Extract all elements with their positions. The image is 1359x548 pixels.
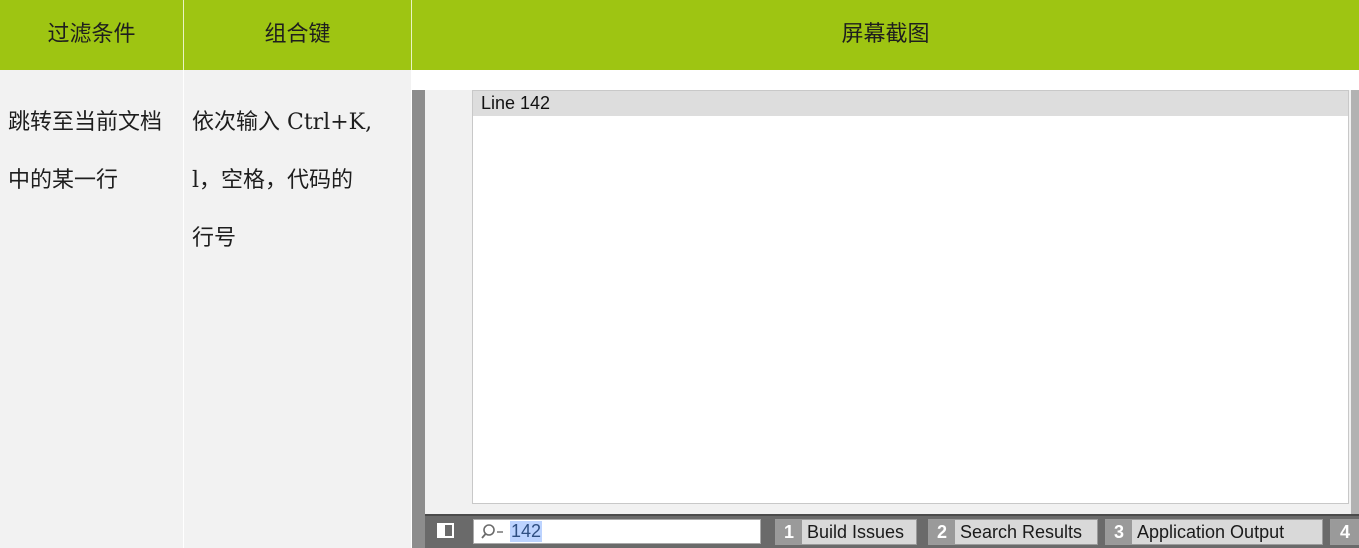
locator-results-panel: Line 142 [472,90,1349,504]
application-output-tab[interactable]: 3 Application Output [1105,519,1323,545]
shortcut-table: 过滤条件 组合键 屏幕截图 跳转至当前文档中的某一行 依次输入 Ctrl+K, … [0,0,1359,548]
search-input-value: 142 [510,521,543,542]
embedded-editor-screenshot: Line 142 142 1 Build Issues 2 Search Res… [412,90,1359,548]
tab-number: 4 [1331,520,1359,544]
filter-column-header: 过滤条件 [47,22,136,47]
build-issues-tab[interactable]: 1 Build Issues [775,519,917,545]
filter-cell: 跳转至当前文档中的某一行 [0,70,183,548]
table-row: 跳转至当前文档中的某一行 依次输入 Ctrl+K, l，空格，代码的 行号 Li… [0,70,1359,548]
screenshot-column-header: 屏幕截图 [841,22,930,47]
bottom-output-toolbar: 142 1 Build Issues 2 Search Results 3 Ap… [425,514,1359,548]
tab-number: 3 [1106,520,1132,544]
search-results-tab[interactable]: 2 Search Results [928,519,1098,545]
tab-number: 2 [929,520,955,544]
tab-label: Application Output [1137,522,1285,542]
editor-right-margin [1351,90,1359,548]
tab-label: Build Issues [807,522,905,542]
sidebar-toggle-icon[interactable] [437,523,454,538]
tab-label: Search Results [960,522,1083,542]
search-icon [481,524,503,539]
shortcut-column-header: 组合键 [264,22,331,47]
editor-left-margin [412,90,425,548]
tab-number: 1 [776,520,802,544]
locator-search-input[interactable]: 142 [473,519,761,544]
locator-result-line[interactable]: Line 142 [473,91,1348,116]
shortcut-cell: 依次输入 Ctrl+K, l，空格，代码的 行号 [184,70,411,548]
shortcut-text: 依次输入 Ctrl+K, l，空格，代码的 行号 [192,110,373,251]
table-header-row: 过滤条件 组合键 屏幕截图 [0,0,1359,70]
filter-text: 跳转至当前文档中的某一行 [8,110,163,193]
output-tab-4[interactable]: 4 [1330,519,1359,545]
